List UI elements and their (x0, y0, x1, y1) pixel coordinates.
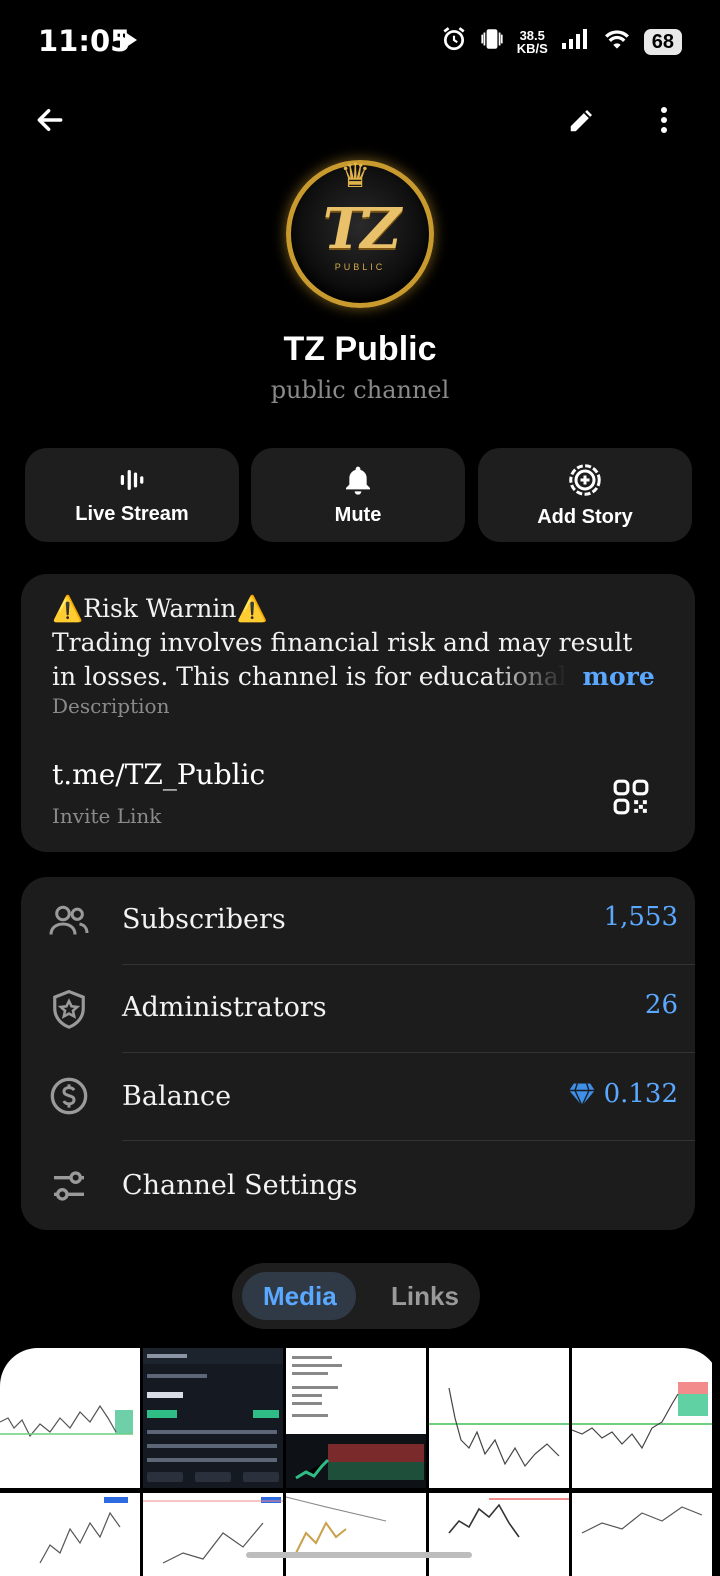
invite-link-label: Invite Link (52, 804, 162, 828)
add-story-icon (569, 463, 601, 496)
description-line: ⚠️Risk Warnin⚠️ (52, 594, 268, 623)
channel-settings-label: Channel Settings (122, 1170, 358, 1201)
tab-links[interactable]: Links (391, 1281, 459, 1312)
live-stream-button[interactable]: Live Stream (25, 448, 239, 542)
media-thumbnail[interactable] (572, 1348, 712, 1488)
description-text[interactable]: ⚠️Risk Warnin⚠️ Trading involves financi… (52, 592, 672, 694)
back-button[interactable] (26, 96, 74, 144)
media-grid (0, 1348, 720, 1576)
settings-sliders-icon (49, 1166, 89, 1211)
balance-amount: 0.132 (603, 1079, 678, 1109)
add-story-button[interactable]: Add Story (478, 448, 692, 542)
dollar-circle-icon (49, 1076, 89, 1121)
home-indicator[interactable] (246, 1552, 472, 1558)
description-line: Trading involves financial risk and may … (52, 628, 633, 657)
live-stream-label: Live Stream (75, 502, 189, 525)
channel-name: TZ Public (283, 330, 437, 368)
balance-value: 0.132 (568, 1079, 678, 1109)
signal-icon (560, 27, 590, 57)
qr-code-button[interactable] (612, 778, 650, 821)
qr-code-icon (613, 779, 649, 815)
administrators-count: 26 (644, 990, 678, 1020)
media-thumbnail[interactable] (143, 1493, 283, 1576)
description-label: Description (52, 694, 170, 718)
mute-button[interactable]: Mute (251, 448, 465, 542)
media-thumbnail[interactable] (429, 1348, 569, 1488)
media-thumbnail[interactable] (286, 1348, 426, 1488)
media-thumbnail[interactable] (0, 1493, 140, 1576)
add-story-label: Add Story (537, 505, 633, 528)
edit-button[interactable] (558, 96, 606, 144)
description-line: in losses. This channel is for education… (52, 662, 567, 691)
media-thumbnail[interactable] (0, 1348, 140, 1488)
live-stream-icon (120, 469, 144, 490)
channel-avatar[interactable]: ♛ TZ PUBLIC (286, 157, 434, 308)
media-play-icon (116, 28, 140, 57)
arrow-left-icon (37, 108, 63, 132)
pencil-icon (570, 110, 592, 132)
media-thumbnail[interactable] (143, 1348, 283, 1488)
wifi-icon (602, 27, 632, 57)
status-icons: 38.5 KB/S 68 (441, 26, 682, 58)
mute-label: Mute (334, 503, 382, 526)
media-thumbnail[interactable] (286, 1493, 426, 1576)
more-menu-button[interactable] (640, 96, 688, 144)
bell-icon (346, 466, 370, 495)
administrators-label: Administrators (122, 992, 327, 1023)
net-speed: 38.5 KB/S (516, 28, 548, 56)
media-thumbnail[interactable] (429, 1493, 569, 1576)
diamond-icon (568, 1083, 595, 1107)
channel-type: public channel (270, 376, 450, 404)
avatar-logo-text: TZ (322, 196, 402, 262)
more-link[interactable]: more (583, 662, 655, 691)
admin-shield-icon (50, 988, 88, 1035)
vibrate-icon (479, 26, 505, 58)
more-vertical-icon (661, 107, 667, 133)
alarm-icon (441, 26, 467, 58)
battery-icon: 68 (643, 29, 682, 55)
invite-link[interactable]: t.me/TZ_Public (52, 758, 265, 791)
users-icon (48, 902, 90, 945)
subscribers-count: 1,553 (603, 902, 678, 932)
balance-label: Balance (122, 1081, 232, 1112)
subscribers-label: Subscribers (122, 904, 286, 935)
avatar-logo-sub: PUBLIC (334, 262, 386, 272)
media-thumbnail[interactable] (572, 1493, 712, 1576)
tab-media[interactable]: Media (263, 1281, 337, 1312)
crown-icon: ♛ (340, 157, 371, 195)
